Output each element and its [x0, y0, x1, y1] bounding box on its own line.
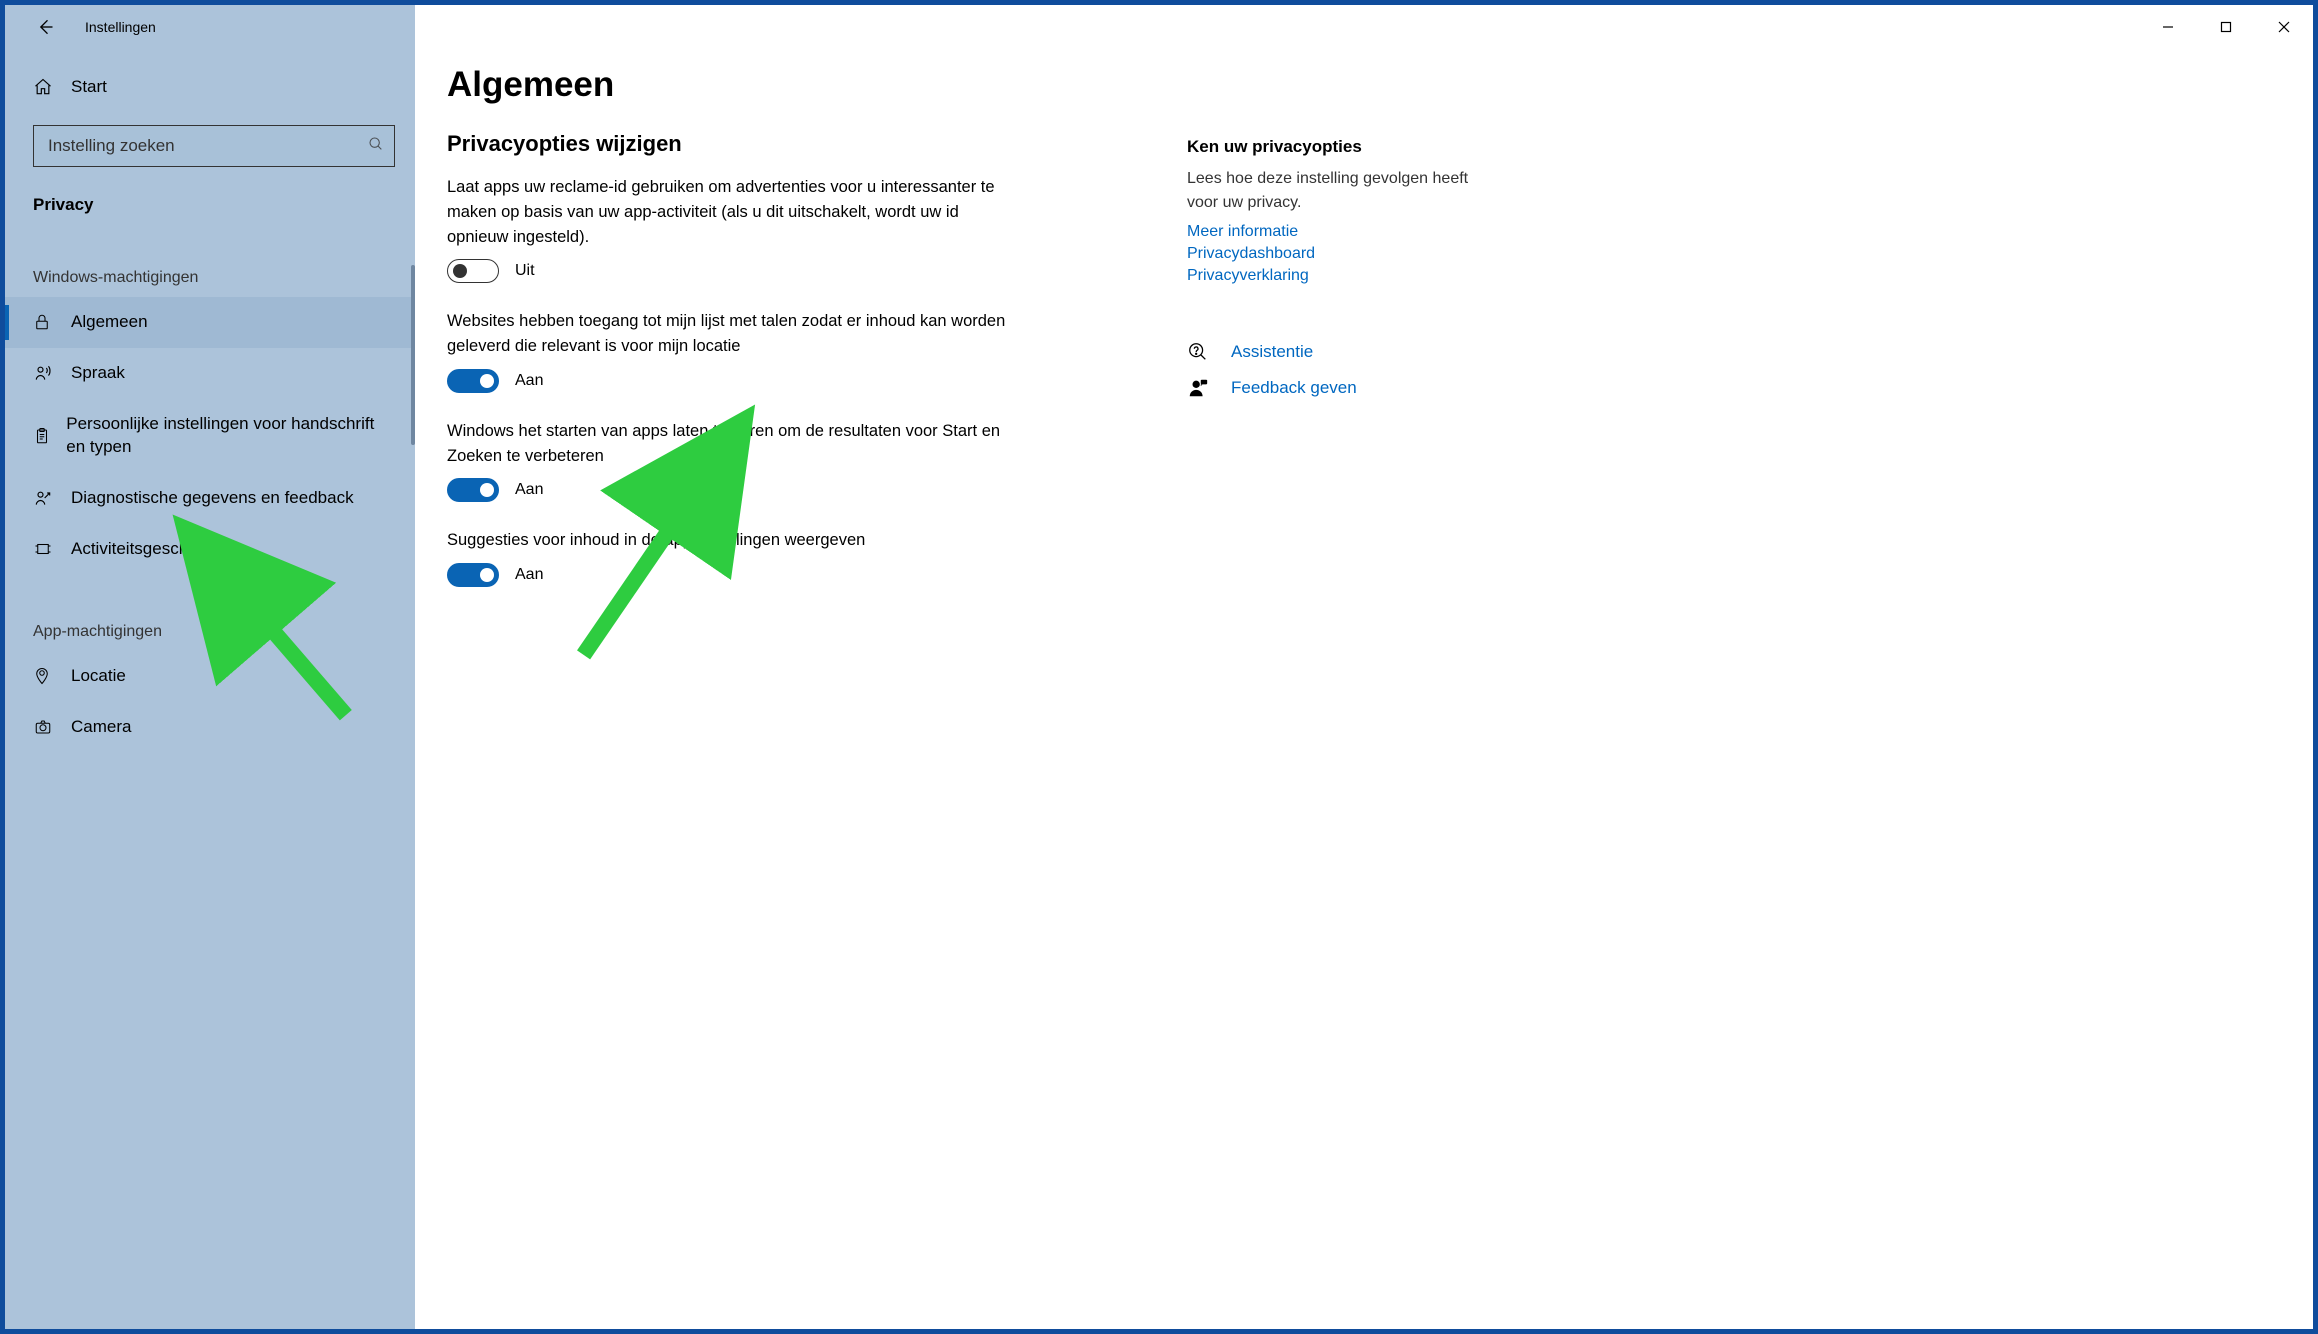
sidebar-scrollbar[interactable]	[411, 265, 415, 445]
sidebar-home[interactable]: Start	[5, 65, 415, 109]
sidebar-item-label: Spraak	[71, 362, 125, 385]
minimize-icon	[2162, 21, 2174, 33]
sidebar-item-activity-history[interactable]: Activiteitsgeschiedenis	[5, 524, 415, 575]
feedback-icon	[33, 488, 53, 508]
main-column: Algemeen Privacyopties wijzigen Laat app…	[447, 65, 1147, 1309]
settings-window: Instellingen Start	[5, 5, 2313, 1329]
minimize-button[interactable]	[2139, 8, 2197, 46]
aside-actions: Assistentie Feedback geven	[1187, 341, 1477, 399]
arrow-left-icon	[35, 17, 55, 37]
sidebar-group-app-permissions: App-machtigingen	[5, 575, 415, 651]
setting-app-launch-tracking: Windows het starten van apps laten trace…	[447, 419, 1147, 503]
toggle-language-list[interactable]	[447, 369, 499, 393]
sidebar-item-label: Algemeen	[71, 311, 148, 334]
toggle-row: Aan	[447, 478, 1147, 502]
sidebar-item-label: Persoonlijke instellingen voor handschri…	[66, 413, 397, 459]
search-wrap	[5, 109, 415, 177]
sidebar-item-label: Locatie	[71, 665, 126, 688]
camera-icon	[33, 718, 53, 736]
feedback-person-icon	[1187, 377, 1209, 399]
back-button[interactable]	[27, 9, 63, 45]
sidebar-item-speech[interactable]: Spraak	[5, 348, 415, 399]
setting-desc: Windows het starten van apps laten trace…	[447, 419, 1007, 469]
section-title: Privacyopties wijzigen	[447, 131, 1147, 157]
search-box[interactable]	[33, 125, 395, 167]
content-area: Start Privacy Windows-machtigingen Algem…	[5, 5, 2313, 1329]
aside-panel: Ken uw privacyopties Lees hoe deze inste…	[1147, 65, 1477, 1309]
home-icon	[33, 77, 53, 97]
setting-suggested-content: Suggesties voor inhoud in de app Instell…	[447, 528, 1147, 587]
sidebar-item-label: Camera	[71, 716, 131, 739]
page-title: Algemeen	[447, 65, 1147, 105]
sidebar-group-windows-permissions: Windows-machtigingen	[5, 221, 415, 297]
setting-language-list: Websites hebben toegang tot mijn lijst m…	[447, 309, 1147, 393]
setting-desc: Laat apps uw reclame-id gebruiken om adv…	[447, 175, 1007, 249]
aside-heading: Ken uw privacyopties	[1187, 137, 1477, 157]
window-title: Instellingen	[85, 19, 156, 35]
aside-action-label: Assistentie	[1231, 342, 1313, 362]
sidebar-item-label: Diagnostische gegevens en feedback	[71, 487, 354, 510]
titlebar-right	[415, 8, 2313, 46]
setting-advertising-id: Laat apps uw reclame-id gebruiken om adv…	[447, 175, 1147, 283]
aside-action-help[interactable]: Assistentie	[1187, 341, 1477, 363]
titlebar: Instellingen	[5, 5, 2313, 49]
aside-action-feedback[interactable]: Feedback geven	[1187, 377, 1477, 399]
window-controls	[2139, 8, 2313, 46]
main-panel: Algemeen Privacyopties wijzigen Laat app…	[415, 5, 2313, 1329]
sidebar-home-label: Start	[71, 77, 107, 97]
maximize-button[interactable]	[2197, 8, 2255, 46]
location-icon	[33, 666, 51, 686]
toggle-state-label: Aan	[515, 372, 543, 390]
toggle-advertising-id[interactable]	[447, 259, 499, 283]
aside-text: Lees hoe deze instelling gevolgen heeft …	[1187, 167, 1477, 215]
close-button[interactable]	[2255, 8, 2313, 46]
link-privacy-dashboard[interactable]: Privacydashboard	[1187, 245, 1477, 263]
speech-icon	[33, 363, 53, 383]
toggle-row: Aan	[447, 563, 1147, 587]
toggle-state-label: Aan	[515, 481, 543, 499]
toggle-state-label: Uit	[515, 262, 535, 280]
link-privacy-statement[interactable]: Privacyverklaring	[1187, 267, 1477, 285]
toggle-app-launch-tracking[interactable]	[447, 478, 499, 502]
close-icon	[2278, 21, 2290, 33]
sidebar-category: Privacy	[5, 177, 415, 221]
setting-desc: Websites hebben toegang tot mijn lijst m…	[447, 309, 1007, 359]
sidebar: Start Privacy Windows-machtigingen Algem…	[5, 5, 415, 1329]
link-more-info[interactable]: Meer informatie	[1187, 223, 1477, 241]
help-icon	[1187, 341, 1209, 363]
search-icon	[368, 136, 384, 156]
aside-action-label: Feedback geven	[1231, 378, 1357, 398]
sidebar-item-camera[interactable]: Camera	[5, 702, 415, 753]
sidebar-item-location[interactable]: Locatie	[5, 651, 415, 702]
sidebar-item-general[interactable]: Algemeen	[5, 297, 415, 348]
maximize-icon	[2220, 21, 2232, 33]
sidebar-item-inking[interactable]: Persoonlijke instellingen voor handschri…	[5, 399, 415, 473]
toggle-row: Aan	[447, 369, 1147, 393]
sidebar-item-label: Activiteitsgeschiedenis	[71, 538, 242, 561]
clipboard-icon	[33, 426, 51, 446]
timeline-icon	[33, 540, 53, 558]
lock-icon	[33, 313, 51, 331]
toggle-state-label: Aan	[515, 566, 543, 584]
setting-desc: Suggesties voor inhoud in de app Instell…	[447, 528, 1007, 553]
toggle-row: Uit	[447, 259, 1147, 283]
titlebar-left: Instellingen	[5, 5, 415, 49]
toggle-suggested-content[interactable]	[447, 563, 499, 587]
sidebar-item-diagnostics[interactable]: Diagnostische gegevens en feedback	[5, 473, 415, 524]
search-input[interactable]	[48, 136, 368, 156]
